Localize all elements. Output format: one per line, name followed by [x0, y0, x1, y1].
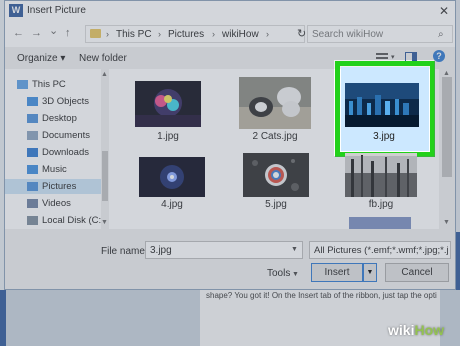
dim-overlay	[0, 0, 460, 346]
wikihow-watermark: wikiHow	[388, 322, 444, 338]
watermark-suffix: How	[414, 322, 445, 338]
watermark-prefix: wiki	[388, 322, 415, 338]
